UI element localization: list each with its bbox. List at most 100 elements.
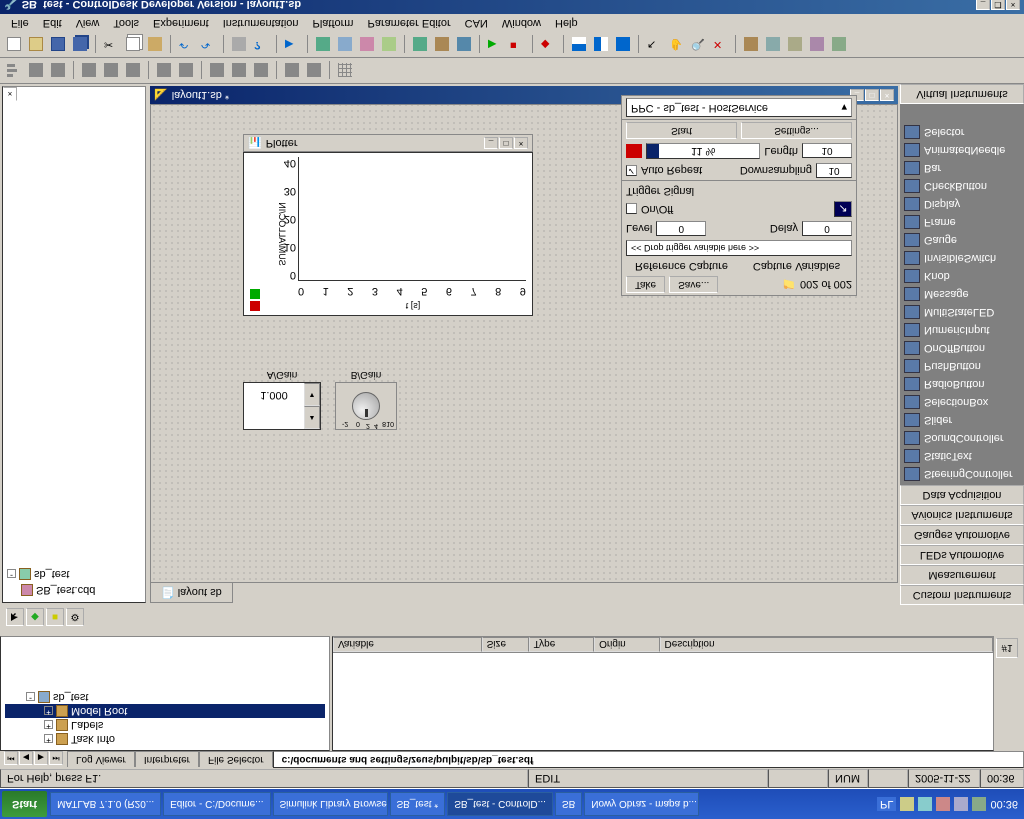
tray-icon[interactable] (900, 797, 914, 811)
close-icon[interactable]: × (880, 89, 894, 101)
grid-icon[interactable] (335, 61, 355, 81)
record-icon[interactable]: ◆ (538, 35, 558, 55)
navigator-icon[interactable] (313, 35, 333, 55)
same-width-icon[interactable] (207, 61, 227, 81)
palette-item[interactable]: Slider (902, 411, 1022, 429)
save-icon[interactable] (48, 35, 68, 55)
palette-item[interactable]: SteeringController (902, 465, 1022, 483)
log-icon[interactable] (379, 35, 399, 55)
misc4-icon[interactable] (807, 35, 827, 55)
tray-icon[interactable] (918, 797, 932, 811)
col-description[interactable]: Description (660, 637, 993, 652)
tree-label[interactable]: Labels (71, 719, 103, 731)
menu-instrumentation[interactable]: Instrumentation (216, 15, 306, 31)
palette-item[interactable]: Selector (902, 123, 1022, 141)
palette-cat[interactable]: Gauges Automotive (900, 525, 1024, 545)
palette-item[interactable]: InvisibleSwitch (902, 249, 1022, 267)
taskbar-item[interactable]: SB (555, 792, 582, 816)
palette-item[interactable]: Bar (902, 159, 1022, 177)
palette-item[interactable]: AnimatedNeedle (902, 141, 1022, 159)
palette-item[interactable]: StaticText (902, 447, 1022, 465)
collapse-icon[interactable]: - (7, 570, 16, 579)
edit-mode-icon[interactable] (410, 35, 430, 55)
folder-icon[interactable]: 📁 (782, 278, 796, 291)
send-back-icon[interactable] (304, 61, 324, 81)
taskbar-item[interactable]: Simulink Library Browser (273, 792, 388, 816)
palette-cat[interactable]: Avionics Instruments (900, 505, 1024, 525)
spin-up-icon[interactable]: ▲ (304, 406, 320, 429)
play-icon[interactable]: ▶ (485, 35, 505, 55)
align-right-icon[interactable] (48, 61, 68, 81)
tray-icon[interactable] (936, 797, 950, 811)
tree-label[interactable]: Task Info (71, 733, 115, 745)
layout-canvas[interactable]: 1.000 ▲ ▼ A/Gain -2 0 2 4 8 10 (150, 104, 898, 583)
hand-icon[interactable]: ✋ (666, 35, 686, 55)
length-input[interactable] (802, 144, 852, 159)
test-mode-icon[interactable] (432, 35, 452, 55)
maximize-icon[interactable]: □ (865, 89, 879, 101)
menu-edit[interactable]: Edit (36, 15, 69, 31)
zoom-icon[interactable]: 🔍 (688, 35, 708, 55)
col-variable[interactable]: Variable (333, 637, 482, 652)
take-button[interactable]: Take (626, 276, 665, 293)
knob[interactable] (352, 392, 380, 420)
palette-item[interactable]: MultiStateLED (902, 303, 1022, 321)
tree-root-label[interactable]: sb_test (53, 691, 88, 703)
tree-label[interactable]: Model Root (71, 705, 127, 717)
expand-icon[interactable]: + (44, 721, 53, 730)
plotter-body[interactable]: t [s] 0123456789 010203040 SUM/ALLOC/IN (243, 152, 533, 316)
palette-item[interactable]: Message (902, 285, 1022, 303)
distribute-h-icon[interactable] (154, 61, 174, 81)
tab-nav-first[interactable]: ⏮ (4, 751, 18, 765)
collapse-icon[interactable]: - (26, 693, 35, 702)
misc2-icon[interactable] (763, 35, 783, 55)
palette-item[interactable]: NumericInput (902, 321, 1022, 339)
help-icon[interactable]: ? (251, 35, 271, 55)
tool-window-icon[interactable] (335, 35, 355, 55)
delete-icon[interactable]: ✕ (710, 35, 730, 55)
palette-list[interactable]: SteeringController StaticText SoundContr… (900, 104, 1024, 485)
pointer-icon[interactable]: ↖ (644, 35, 664, 55)
bring-front-icon[interactable] (282, 61, 302, 81)
menu-window[interactable]: Window (495, 15, 548, 31)
tool-green-icon[interactable]: ◆ (26, 608, 44, 626)
menu-platform[interactable]: Platform (306, 15, 361, 31)
misc1-icon[interactable] (741, 35, 761, 55)
tray-icon[interactable] (972, 797, 986, 811)
run-icon[interactable]: ▶ (282, 35, 302, 55)
tool-gear-icon[interactable]: ⚙ (66, 608, 84, 626)
minimize-icon[interactable]: _ (484, 137, 498, 149)
tab-file-selector[interactable]: File Selector (199, 751, 273, 767)
close-icon[interactable]: × (514, 137, 528, 149)
tool-yellow-icon[interactable]: ■ (46, 608, 64, 626)
distribute-v-icon[interactable] (176, 61, 196, 81)
palette-item[interactable]: OnOffButton (902, 339, 1022, 357)
taskbar-item[interactable]: MATLAB 7.1.0 (R20... (50, 792, 161, 816)
palette-footer[interactable]: Virtual Instruments (900, 84, 1024, 104)
palette-cat[interactable]: LEDs Automotive (900, 545, 1024, 565)
expand-icon[interactable]: + (44, 735, 53, 744)
align-top-icon[interactable] (79, 61, 99, 81)
spin-down-icon[interactable]: ▼ (304, 383, 320, 406)
layout3-icon[interactable] (613, 35, 633, 55)
close-icon[interactable]: × (1006, 0, 1020, 10)
palette-cat[interactable]: Custom Instruments (900, 585, 1024, 605)
animation-mode-icon[interactable] (454, 35, 474, 55)
plotter-titlebar[interactable]: 📊 Plotter _ □ × (243, 134, 533, 152)
menu-tools[interactable]: Tools (106, 15, 146, 31)
taskbar-item[interactable]: Editor - C:\Docume... (163, 792, 270, 816)
palette-item[interactable]: Gauge (902, 231, 1022, 249)
save-button[interactable]: Save... (669, 276, 718, 293)
same-height-icon[interactable] (229, 61, 249, 81)
onoff-checkbox[interactable] (626, 204, 637, 215)
misc5-icon[interactable] (829, 35, 849, 55)
downsampling-input[interactable] (816, 163, 852, 178)
align-middle-icon[interactable] (101, 61, 121, 81)
taskbar-item[interactable]: Nowy Obraz - mapa b... (584, 792, 699, 816)
paste-icon[interactable] (145, 35, 165, 55)
redo-icon[interactable]: ↷ (198, 35, 218, 55)
navigator-tree[interactable]: SB_test.cdd -sb_test × (2, 86, 146, 603)
align-left-icon[interactable] (4, 61, 24, 81)
tab-interpreter[interactable]: Interpreter (135, 751, 199, 767)
palette-item[interactable]: RadioButton (902, 375, 1022, 393)
